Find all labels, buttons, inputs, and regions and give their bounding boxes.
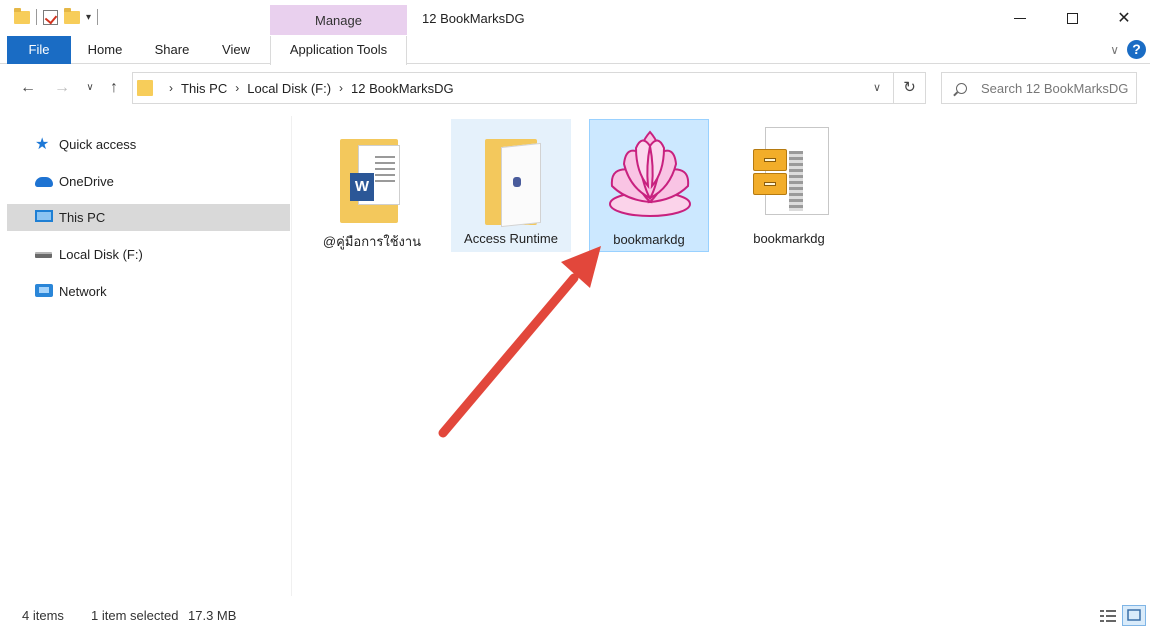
breadcrumb-current-folder[interactable]: 12 BookMarksDG bbox=[351, 81, 454, 96]
computer-icon bbox=[35, 210, 53, 225]
tab-application-tools[interactable]: Application Tools bbox=[270, 36, 407, 65]
item-count: 4 items bbox=[22, 608, 64, 623]
sidebar-item-local-disk[interactable]: Local Disk (F:) bbox=[7, 241, 290, 268]
recent-locations-icon[interactable]: ∨ bbox=[82, 76, 98, 100]
file-name: Access Runtime bbox=[464, 231, 558, 246]
properties-icon[interactable] bbox=[43, 9, 58, 25]
search-input[interactable] bbox=[981, 80, 1131, 96]
chevron-right-icon[interactable]: › bbox=[235, 81, 239, 95]
file-item-selected[interactable]: bookmarkdg bbox=[589, 119, 709, 252]
help-icon[interactable]: ? bbox=[1127, 40, 1146, 59]
customize-toolbar-icon[interactable]: ▾ bbox=[86, 12, 91, 23]
tab-file[interactable]: File bbox=[7, 36, 71, 64]
window-controls: ✕ bbox=[994, 0, 1150, 36]
file-item[interactable]: Access Runtime bbox=[451, 119, 571, 252]
file-name: bookmarkdg bbox=[753, 231, 825, 246]
minimize-icon bbox=[1014, 17, 1026, 19]
chevron-right-icon[interactable]: › bbox=[339, 81, 343, 95]
ribbon-controls: ∨ ? bbox=[1110, 40, 1146, 59]
title-bar: ▾ Manage 12 BookMarksDG ✕ bbox=[0, 0, 1150, 36]
close-button[interactable]: ✕ bbox=[1098, 0, 1150, 36]
minimize-button[interactable] bbox=[994, 0, 1046, 36]
drive-icon bbox=[35, 247, 52, 262]
sidebar-item-label: This PC bbox=[59, 210, 106, 225]
details-view-icon[interactable] bbox=[1098, 607, 1118, 625]
toolbar-divider bbox=[36, 9, 37, 25]
folder-icon bbox=[463, 125, 559, 228]
close-icon: ✕ bbox=[1117, 10, 1131, 27]
quick-access-toolbar: ▾ bbox=[14, 7, 99, 25]
refresh-icon[interactable]: ↻ bbox=[894, 72, 926, 104]
status-bar: 4 items 1 item selected 17.3 MB bbox=[0, 604, 1150, 627]
file-item[interactable]: W @คู่มือการใช้งาน bbox=[312, 119, 432, 252]
maximize-icon bbox=[1066, 12, 1078, 24]
tab-view[interactable]: View bbox=[212, 36, 260, 64]
manage-context-tab[interactable]: Manage bbox=[270, 5, 407, 35]
file-name: bookmarkdg bbox=[613, 232, 685, 247]
search-icon bbox=[956, 82, 967, 94]
breadcrumb-local-disk[interactable]: Local Disk (F:) bbox=[247, 81, 331, 96]
selection-size: 17.3 MB bbox=[188, 608, 237, 623]
tab-home[interactable]: Home bbox=[80, 36, 130, 64]
chevron-down-icon[interactable]: ∨ bbox=[865, 73, 889, 103]
search-box[interactable] bbox=[941, 72, 1137, 104]
sidebar-item-label: OneDrive bbox=[59, 174, 114, 189]
sidebar-item-label: Quick access bbox=[59, 137, 137, 152]
address-bar[interactable]: › This PC › Local Disk (F:) › 12 BookMar… bbox=[132, 72, 894, 104]
cloud-icon bbox=[35, 174, 53, 189]
navigation-pane: ★ Quick access OneDrive This PC Local Di… bbox=[0, 116, 292, 596]
expand-ribbon-icon[interactable]: ∨ bbox=[1110, 43, 1119, 57]
star-icon: ★ bbox=[35, 136, 50, 153]
file-list: W @คู่มือการใช้งาน Access Runtime bookma… bbox=[293, 116, 1150, 596]
window-title: 12 BookMarksDG bbox=[422, 11, 525, 26]
large-icons-view-icon[interactable] bbox=[1122, 605, 1146, 626]
tab-share[interactable]: Share bbox=[148, 36, 196, 64]
chevron-right-icon[interactable]: › bbox=[169, 81, 173, 95]
zip-archive-icon bbox=[741, 125, 837, 225]
sidebar-item-network[interactable]: Network bbox=[7, 278, 290, 305]
lotus-icon bbox=[602, 126, 698, 226]
back-arrow-icon[interactable]: ← bbox=[16, 76, 40, 100]
breadcrumb-this-pc[interactable]: This PC bbox=[181, 81, 227, 96]
sidebar-item-label: Network bbox=[59, 284, 107, 299]
file-item[interactable]: bookmarkdg bbox=[729, 119, 849, 252]
forward-arrow-icon[interactable]: → bbox=[50, 76, 74, 100]
new-folder-icon[interactable] bbox=[64, 7, 80, 24]
word-document-folder-icon: W bbox=[324, 125, 420, 225]
sidebar-item-this-pc[interactable]: This PC bbox=[7, 204, 290, 231]
sidebar-item-onedrive[interactable]: OneDrive bbox=[7, 168, 290, 195]
toolbar-divider bbox=[97, 9, 99, 25]
navigation-bar: ← → ∨ ↑ › This PC › Local Disk (F:) › 12… bbox=[0, 68, 1150, 108]
maximize-button[interactable] bbox=[1046, 0, 1098, 36]
selection-status: 1 item selected bbox=[91, 608, 179, 623]
folder-icon[interactable] bbox=[14, 7, 30, 24]
sidebar-item-label: Local Disk (F:) bbox=[59, 247, 143, 262]
ribbon-tabs: File Home Share View Application Tools ∨… bbox=[0, 36, 1150, 65]
up-arrow-icon[interactable]: ↑ bbox=[102, 76, 126, 100]
sidebar-item-quick-access[interactable]: ★ Quick access bbox=[7, 131, 290, 158]
network-icon bbox=[35, 284, 53, 299]
file-name: @คู่มือการใช้งาน bbox=[322, 234, 422, 249]
folder-icon bbox=[137, 80, 153, 96]
